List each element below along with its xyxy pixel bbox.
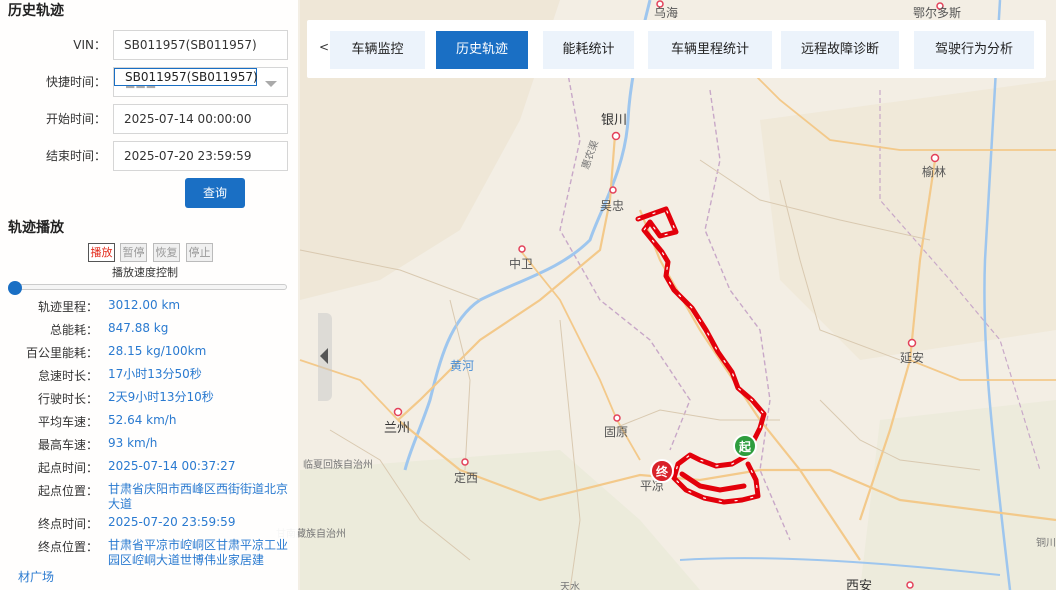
tab-scroll-left-button[interactable]: < xyxy=(319,40,329,54)
vin-label: VIN： xyxy=(73,38,106,52)
end-marker-label: 终 xyxy=(656,464,669,479)
city-label-lanzhou: 兰州 xyxy=(384,421,410,436)
city-label-yulin: 榆林 xyxy=(922,164,946,179)
chevron-left-icon[interactable] xyxy=(320,348,328,364)
start-time-row: 开始时间： 2025-07-14 00:00:00 xyxy=(0,104,298,134)
city-label-yanan: 延安 xyxy=(900,350,924,365)
city-label-wuzhong: 吴忠 xyxy=(600,199,624,213)
vin-input[interactable]: SB011957(SB011957) xyxy=(113,30,288,60)
map-poi-label: 材广场 xyxy=(18,570,55,584)
speed-slider[interactable] xyxy=(14,284,287,290)
stat-label: 百公里能耗： xyxy=(25,346,98,360)
stat-label: 终点时间： xyxy=(37,517,98,531)
tab-mileage-stats[interactable]: 车辆里程统计 xyxy=(648,31,772,69)
stat-label: 怠速时长： xyxy=(37,369,98,383)
vin-row: VIN： SB011957(SB011957) xyxy=(0,30,298,60)
quick-time-select[interactable]: ▬▬▬ SB011957(SB011957) xyxy=(113,67,288,97)
tab-history-track[interactable]: 历史轨迹 xyxy=(436,31,528,69)
pause-button[interactable]: 暂停 xyxy=(120,243,147,262)
region-label-linxia: 临夏回族自治州 xyxy=(303,458,373,471)
city-label-guyuan: 固原 xyxy=(604,425,628,439)
stat-label: 平均车速： xyxy=(37,415,98,429)
tab-vehicle-monitor[interactable]: 车辆监控 xyxy=(330,31,425,69)
stat-value: 17小时13分50秒 xyxy=(108,367,202,381)
playback-title: 轨迹播放 xyxy=(8,220,64,236)
stat-value: 3012.00 km xyxy=(108,298,181,312)
end-time-row: 结束时间： 2025-07-20 23:59:59 xyxy=(0,141,298,171)
resume-button[interactable]: 恢复 xyxy=(153,243,180,262)
city-label-xian: 西安 xyxy=(846,579,872,590)
stat-label: 起点时间： xyxy=(37,461,98,475)
query-button[interactable]: 查询 xyxy=(185,178,245,208)
stat-label: 起点位置： xyxy=(37,484,98,498)
stat-value: 甘肃省庆阳市西峰区西街街道北京大道 xyxy=(108,482,289,511)
speed-slider-handle[interactable] xyxy=(8,281,22,295)
play-button[interactable]: 播放 xyxy=(88,243,115,262)
chevron-down-icon[interactable] xyxy=(265,81,277,87)
city-label-wuhai: 乌海 xyxy=(654,5,678,20)
app-root: { "panel": { "history_title": "历史轨迹", "v… xyxy=(0,0,1056,590)
stat-value: 93 km/h xyxy=(108,436,158,450)
stat-value: 2025-07-14 00:37:27 xyxy=(108,459,236,473)
city-label-dingxi: 定西 xyxy=(454,470,478,485)
start-marker-label: 起 xyxy=(738,439,752,454)
end-time-input[interactable]: 2025-07-20 23:59:59 xyxy=(113,141,288,171)
vehicle-suggestion[interactable]: SB011957(SB011957) xyxy=(114,68,258,86)
end-marker[interactable]: 终 xyxy=(650,459,674,483)
city-label-zhongwei: 中卫 xyxy=(509,256,533,271)
quick-time-label: 快捷时间： xyxy=(45,75,106,89)
track-query-panel: 历史轨迹 VIN： SB011957(SB011957) 快捷时间： ▬▬▬ S… xyxy=(0,0,298,590)
stat-value: 28.15 kg/100km xyxy=(108,344,207,358)
city-label-ordos: 鄂尔多斯 xyxy=(913,5,961,20)
tab-remote-diagnosis[interactable]: 远程故障诊断 xyxy=(781,31,899,69)
start-time-label: 开始时间： xyxy=(45,112,106,126)
stat-value: 2025-07-20 23:59:59 xyxy=(108,515,236,529)
stat-value: 847.88 kg xyxy=(108,321,169,335)
quick-time-row: 快捷时间： ▬▬▬ SB011957(SB011957) xyxy=(0,67,298,97)
start-marker[interactable]: 起 xyxy=(733,434,757,458)
tab-driving-behavior[interactable]: 驾驶行为分析 xyxy=(914,31,1034,69)
start-time-input[interactable]: 2025-07-14 00:00:00 xyxy=(113,104,288,134)
speed-control-label: 播放速度控制 xyxy=(112,266,178,279)
stat-value: 2天9小时13分10秒 xyxy=(108,390,214,404)
tab-energy-stats[interactable]: 能耗统计 xyxy=(543,31,634,69)
function-tab-bar: < 车辆监控 历史轨迹 能耗统计 车辆里程统计 远程故障诊断 驾驶行为分析 xyxy=(307,20,1046,78)
river-label: 黄河 xyxy=(450,359,474,373)
stat-label: 总能耗： xyxy=(49,323,98,337)
stat-label: 最高车速： xyxy=(37,438,98,452)
stat-value: 甘肃省平凉市崆峒区甘肃平凉工业园区崆峒大道世博伟业家居建 xyxy=(108,538,289,567)
stop-button[interactable]: 停止 xyxy=(186,243,213,262)
city-label-tongchuan: 铜川 xyxy=(1036,537,1056,549)
city-label-yinchuan: 银川 xyxy=(601,113,627,128)
history-title: 历史轨迹 xyxy=(8,3,64,19)
stat-label: 轨迹里程： xyxy=(37,300,98,314)
stat-label: 终点位置： xyxy=(37,540,98,554)
stat-label: 行驶时长： xyxy=(37,392,98,406)
end-time-label: 结束时间： xyxy=(45,149,106,163)
city-label-tianshui: 天水 xyxy=(560,581,580,590)
stat-value: 52.64 km/h xyxy=(108,413,177,427)
